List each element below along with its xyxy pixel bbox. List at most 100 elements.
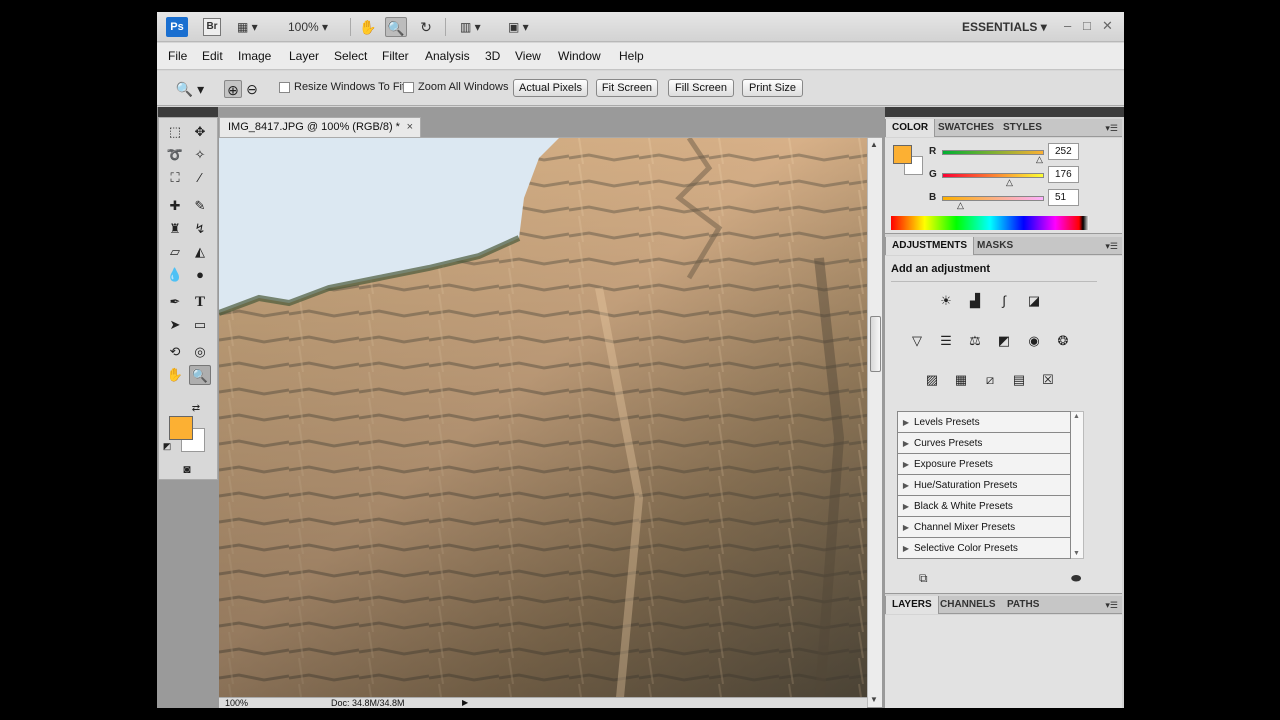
rotate-view-icon[interactable]: ↻ [415, 17, 437, 37]
tab-channels[interactable]: CHANNELS [934, 596, 1002, 614]
brush-tool-icon[interactable]: ✎ [189, 196, 211, 216]
screen-mode-icon[interactable]: ▣ ▾ [508, 17, 529, 37]
brightness-contrast-icon[interactable]: ☀ [936, 291, 956, 311]
red-slider-caret-icon[interactable]: △ [1036, 154, 1043, 165]
status-menu-arrow-icon[interactable]: ▶ [462, 698, 468, 708]
hand-tool-icon[interactable]: ✋ [357, 17, 379, 37]
clone-stamp-tool-icon[interactable]: ♜ [164, 219, 186, 239]
photo-filter-icon[interactable]: ◉ [1024, 331, 1044, 351]
preset-levels[interactable]: ▶ Levels Presets [898, 412, 1070, 433]
fit-screen-button[interactable]: Fit Screen [596, 79, 658, 97]
panel-dock-header[interactable] [885, 107, 1124, 117]
gradient-map-icon[interactable]: ▤ [1009, 370, 1029, 390]
blur-tool-icon[interactable]: 💧 [164, 265, 186, 285]
quick-mask-icon[interactable]: ◙ [176, 459, 198, 479]
tab-swatches[interactable]: SWATCHES [932, 119, 1000, 137]
resize-windows-checkbox[interactable]: Resize Windows To Fit [279, 81, 405, 93]
document-canvas[interactable]: ▲ ▼ [219, 137, 882, 707]
lasso-tool-icon[interactable]: ➰ [164, 145, 186, 165]
scrollbar-thumb[interactable] [870, 316, 881, 372]
green-slider-caret-icon[interactable]: △ [1006, 177, 1013, 188]
shape-tool-icon[interactable]: ▭ [189, 315, 211, 335]
eraser-tool-icon[interactable]: ▱ [164, 242, 186, 262]
fill-screen-button[interactable]: Fill Screen [668, 79, 734, 97]
tab-styles[interactable]: STYLES [997, 119, 1048, 137]
menu-layer[interactable]: Layer [289, 49, 319, 63]
presets-scrollbar[interactable]: ▲ ▼ [1071, 411, 1084, 559]
threshold-icon[interactable]: ⧄ [980, 370, 1000, 390]
menu-file[interactable]: File [168, 49, 187, 63]
3d-orbit-tool-icon[interactable]: ◎ [189, 342, 211, 362]
scroll-down-arrow-icon[interactable]: ▼ [1073, 550, 1080, 557]
channel-mixer-icon[interactable]: ❂ [1053, 331, 1073, 351]
foreground-color-swatch[interactable] [169, 416, 193, 440]
zoom-level-select[interactable]: 100% ▾ [288, 17, 328, 37]
menu-help[interactable]: Help [619, 49, 644, 63]
red-value-field[interactable]: 252 [1048, 143, 1079, 160]
menu-analysis[interactable]: Analysis [425, 49, 470, 63]
arrange-documents-icon[interactable]: ▥ ▾ [460, 17, 481, 37]
magic-wand-tool-icon[interactable]: ✧ [189, 145, 211, 165]
vertical-scrollbar[interactable]: ▲ ▼ [867, 138, 882, 707]
tab-color[interactable]: COLOR [885, 119, 936, 137]
crop-tool-icon[interactable]: ⛶ [164, 168, 186, 188]
menu-edit[interactable]: Edit [202, 49, 223, 63]
minimize-button[interactable]: – [1064, 18, 1071, 33]
tools-panel-header[interactable] [158, 107, 218, 117]
menu-window[interactable]: Window [558, 49, 601, 63]
menu-select[interactable]: Select [334, 49, 367, 63]
zoom-readout[interactable]: 100% [225, 698, 248, 708]
scroll-up-arrow-icon[interactable]: ▲ [870, 140, 878, 149]
scroll-down-arrow-icon[interactable]: ▼ [870, 695, 878, 704]
preset-selective-color[interactable]: ▶ Selective Color Presets [898, 538, 1070, 559]
hand-tool-icon[interactable]: ✋ [164, 365, 186, 385]
workspace-switcher[interactable]: ESSENTIALS ▾ [962, 20, 1047, 34]
3d-rotate-tool-icon[interactable]: ⟲ [164, 342, 186, 362]
healing-brush-tool-icon[interactable]: ✚ [164, 196, 186, 216]
preset-curves[interactable]: ▶ Curves Presets [898, 433, 1070, 454]
menu-3d[interactable]: 3D [485, 49, 500, 63]
exposure-icon[interactable]: ◪ [1024, 291, 1044, 311]
tab-masks[interactable]: MASKS [971, 237, 1019, 255]
levels-icon[interactable]: ▟ [965, 291, 985, 311]
color-spectrum-ramp[interactable] [891, 216, 1089, 230]
type-tool-icon[interactable]: T [189, 292, 211, 312]
curves-icon[interactable]: ∫ [994, 291, 1014, 311]
pen-tool-icon[interactable]: ✒ [164, 292, 186, 312]
bridge-button[interactable]: Br [203, 18, 221, 36]
preset-hue-saturation[interactable]: ▶ Hue/Saturation Presets [898, 475, 1070, 496]
tab-adjustments[interactable]: ADJUSTMENTS [885, 237, 975, 255]
dodge-tool-icon[interactable]: ● [189, 265, 211, 285]
vibrance-icon[interactable]: ▽ [907, 331, 927, 351]
default-colors-icon[interactable]: ◩ [161, 440, 173, 452]
tab-layers[interactable]: LAYERS [885, 596, 939, 614]
actual-pixels-button[interactable]: Actual Pixels [513, 79, 588, 97]
return-to-list-icon[interactable]: ⧉ [919, 571, 928, 586]
menu-view[interactable]: View [515, 49, 541, 63]
eyedropper-tool-icon[interactable]: ⁄ [189, 168, 211, 188]
posterize-icon[interactable]: ▦ [951, 370, 971, 390]
tool-preset-picker-icon[interactable]: 🔍 ▾ [175, 80, 205, 98]
blue-value-field[interactable]: 51 [1048, 189, 1079, 206]
zoom-all-windows-checkbox[interactable]: Zoom All Windows [403, 81, 508, 93]
blue-slider-caret-icon[interactable]: △ [957, 200, 964, 211]
move-tool-icon[interactable]: ✥ [189, 122, 211, 142]
selective-color-icon[interactable]: ☒ [1038, 370, 1058, 390]
zoom-in-icon[interactable]: ⊕ [224, 80, 242, 98]
color-balance-icon[interactable]: ⚖ [965, 331, 985, 351]
swap-colors-icon[interactable]: ⇄ [189, 402, 203, 416]
maximize-button[interactable]: □ [1083, 18, 1091, 33]
close-icon[interactable]: × [407, 118, 413, 137]
invert-icon[interactable]: ▨ [922, 370, 942, 390]
zoom-tool-icon[interactable]: 🔍 [385, 17, 407, 37]
view-extras-icon[interactable]: ▦ ▾ [237, 17, 258, 37]
green-slider[interactable] [942, 173, 1044, 178]
preset-exposure[interactable]: ▶ Exposure Presets [898, 454, 1070, 475]
panel-menu-icon[interactable]: ▾☰ [1105, 241, 1118, 252]
close-button[interactable]: ✕ [1102, 18, 1113, 34]
document-tab[interactable]: IMG_8417.JPG @ 100% (RGB/8) * × [219, 117, 421, 137]
marquee-tool-icon[interactable]: ⬚ [164, 122, 186, 142]
panel-menu-icon[interactable]: ▾☰ [1105, 600, 1118, 611]
menu-filter[interactable]: Filter [382, 49, 409, 63]
print-size-button[interactable]: Print Size [742, 79, 803, 97]
